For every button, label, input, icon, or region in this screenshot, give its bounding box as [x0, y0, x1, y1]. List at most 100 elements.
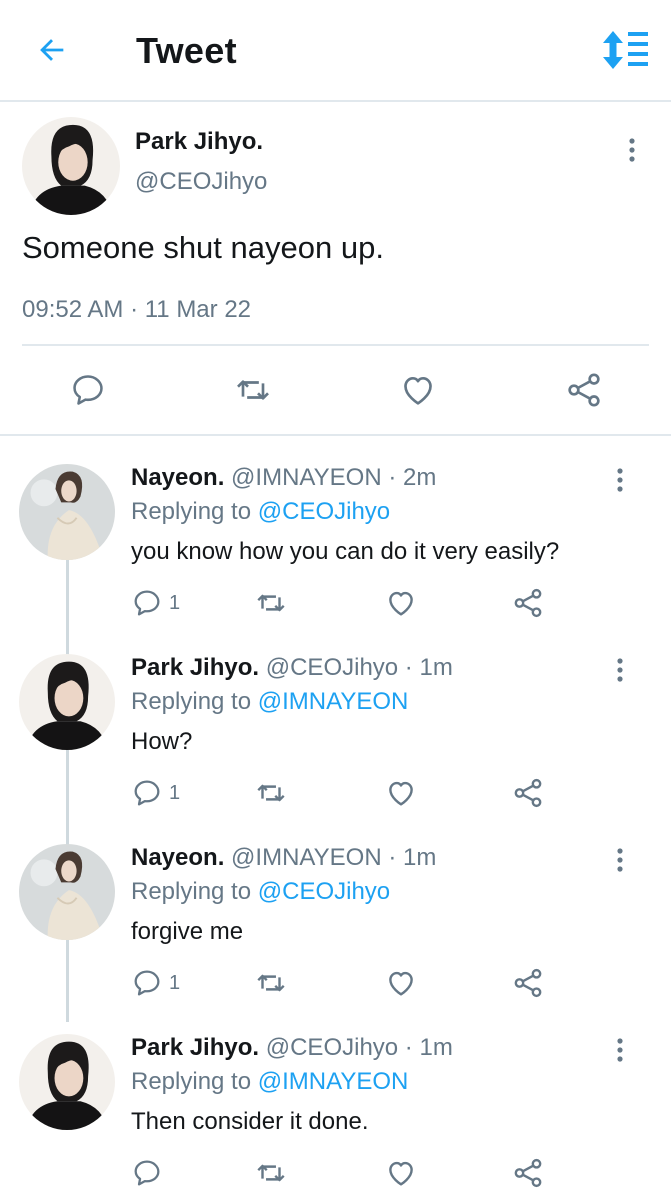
heart-icon — [389, 781, 413, 806]
share-icon — [514, 588, 542, 618]
reply-tweet[interactable]: Nayeon. @IMNAYEON · 1m Replying to @CEOJ… — [0, 816, 671, 1006]
avatar[interactable] — [22, 117, 120, 215]
like-button[interactable] — [384, 1156, 418, 1190]
retweet-icon — [237, 380, 269, 400]
reply-meta: Nayeon. @IMNAYEON · 1m — [131, 844, 436, 872]
replying-to-label: Replying to — [131, 1068, 258, 1095]
reply-tweet[interactable]: Nayeon. @IMNAYEON · 2m Replying to @CEOJ… — [0, 436, 671, 626]
reply-button[interactable]: 1 — [131, 966, 180, 1000]
avatar[interactable] — [19, 654, 115, 750]
author-handle[interactable]: @IMNAYEON — [231, 464, 382, 491]
share-button[interactable] — [511, 776, 545, 810]
comment-icon — [73, 375, 103, 405]
author-handle[interactable]: @CEOJihyo — [266, 654, 398, 681]
reply-tweet[interactable]: Park Jihyo. @CEOJihyo · 1m Replying to @… — [0, 626, 671, 816]
reply-count: 1 — [169, 591, 181, 614]
arrow-left-icon — [40, 39, 64, 61]
tweet-text: Then consider it done. — [131, 1108, 369, 1135]
top-bar: Tweet — [0, 0, 671, 102]
separator: · — [381, 464, 403, 491]
relative-time: 1m — [419, 1034, 453, 1061]
heart-icon — [404, 377, 432, 405]
author-name[interactable]: Park Jihyo. — [135, 128, 263, 156]
like-button[interactable] — [398, 370, 438, 410]
share-icon — [514, 968, 542, 998]
more-options-button[interactable] — [606, 846, 634, 874]
replying-to: Replying to @IMNAYEON — [131, 688, 408, 716]
comment-icon — [134, 970, 160, 996]
more-options-button[interactable] — [618, 136, 646, 164]
more-vertical-icon — [617, 468, 623, 492]
reply-button[interactable]: 1 — [131, 586, 180, 620]
more-options-button[interactable] — [606, 656, 634, 684]
replying-to-label: Replying to — [131, 688, 258, 715]
avatar[interactable] — [19, 464, 115, 560]
retweet-icon — [257, 594, 285, 612]
more-options-button[interactable] — [606, 1036, 634, 1064]
sort-icon — [603, 31, 648, 69]
more-vertical-icon — [617, 848, 623, 872]
comment-icon — [134, 780, 160, 806]
author-name[interactable]: Park Jihyo. — [131, 1034, 259, 1061]
relative-time: 1m — [419, 654, 453, 681]
author-handle[interactable]: @CEOJihyo — [266, 1034, 398, 1061]
back-button[interactable] — [30, 28, 74, 72]
tweet-text: you know how you can do it very easily? — [131, 538, 560, 565]
retweet-button[interactable] — [254, 776, 288, 810]
share-button[interactable] — [511, 966, 545, 1000]
mention-link[interactable]: @CEOJihyo — [258, 498, 390, 525]
reply-button[interactable] — [131, 1156, 169, 1190]
retweet-button[interactable] — [233, 370, 273, 410]
more-options-button[interactable] — [606, 466, 634, 494]
heart-icon — [389, 971, 413, 996]
like-button[interactable] — [384, 776, 418, 810]
mention-link[interactable]: @CEOJihyo — [258, 878, 390, 905]
tweet-text: How? — [131, 728, 193, 755]
retweet-button[interactable] — [254, 966, 288, 1000]
author-handle[interactable]: @CEOJihyo — [135, 168, 267, 196]
avatar[interactable] — [19, 844, 115, 940]
tweet-text: forgive me — [131, 918, 244, 945]
replying-to-label: Replying to — [131, 498, 258, 525]
heart-icon — [389, 1161, 413, 1186]
reply-meta: Park Jihyo. @CEOJihyo · 1m — [131, 1034, 453, 1062]
like-button[interactable] — [384, 966, 418, 1000]
reply-count: 1 — [169, 971, 181, 994]
author-name[interactable]: Park Jihyo. — [131, 654, 259, 681]
reply-tweet[interactable]: Park Jihyo. @CEOJihyo · 1m Replying to @… — [0, 1006, 671, 1196]
like-button[interactable] — [384, 586, 418, 620]
retweet-icon — [257, 1164, 285, 1182]
author-name[interactable]: Nayeon. — [131, 464, 224, 491]
page-title: Tweet — [136, 30, 237, 71]
share-button[interactable] — [511, 1156, 545, 1190]
reply-count: 1 — [169, 781, 181, 804]
replying-to: Replying to @CEOJihyo — [131, 878, 390, 906]
more-vertical-icon — [629, 138, 635, 162]
reply-meta: Park Jihyo. @CEOJihyo · 1m — [131, 654, 453, 682]
tweet-timestamp: 09:52 AM · 11 Mar 22 — [22, 296, 252, 323]
reply-meta: Nayeon. @IMNAYEON · 2m — [131, 464, 436, 492]
sort-button[interactable] — [600, 28, 652, 72]
retweet-icon — [257, 784, 285, 802]
replying-to-label: Replying to — [131, 878, 258, 905]
reply-button[interactable] — [68, 370, 108, 410]
avatar[interactable] — [19, 1034, 115, 1130]
replying-to: Replying to @IMNAYEON — [131, 1068, 408, 1096]
comment-icon — [134, 590, 160, 616]
share-icon — [568, 373, 600, 407]
share-icon — [514, 1158, 542, 1188]
mention-link[interactable]: @IMNAYEON — [258, 1068, 409, 1095]
author-name[interactable]: Nayeon. — [131, 844, 224, 871]
retweet-button[interactable] — [254, 1156, 288, 1190]
heart-icon — [389, 591, 413, 616]
share-button[interactable] — [564, 370, 604, 410]
replying-to: Replying to @CEOJihyo — [131, 498, 390, 526]
mention-link[interactable]: @IMNAYEON — [258, 688, 409, 715]
reply-button[interactable]: 1 — [131, 776, 180, 810]
relative-time: 1m — [402, 844, 437, 871]
retweet-icon — [257, 974, 285, 992]
share-button[interactable] — [511, 586, 545, 620]
retweet-button[interactable] — [254, 586, 288, 620]
comment-icon — [134, 1160, 160, 1186]
author-handle[interactable]: @IMNAYEON — [231, 844, 382, 871]
